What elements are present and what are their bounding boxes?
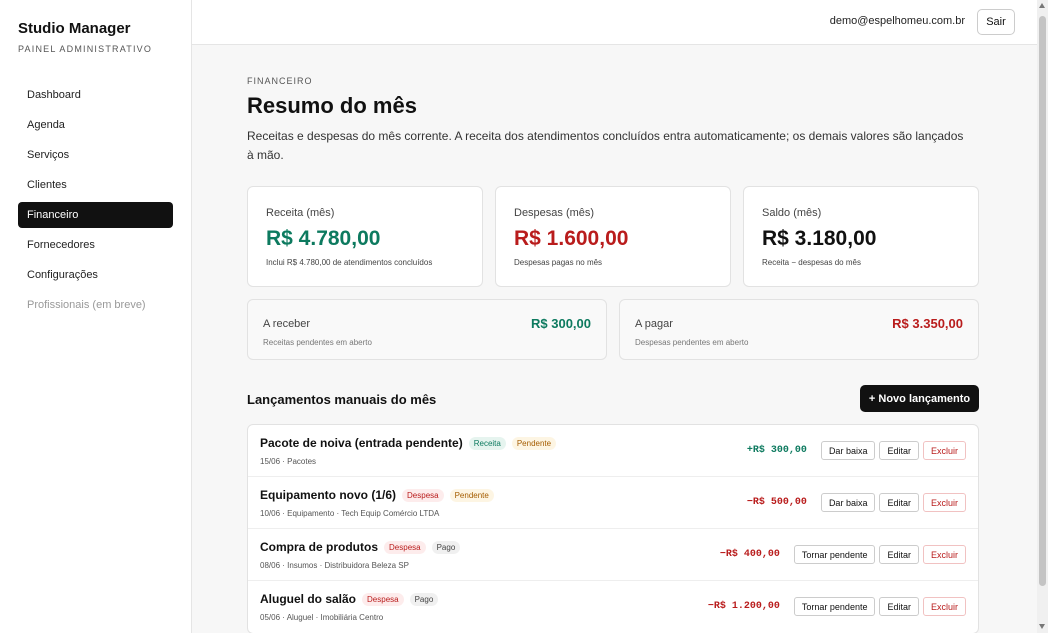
edit-button[interactable]: Editar	[879, 545, 919, 564]
entry-meta: 10/06 · Equipamento · Tech Equip Comérci…	[260, 509, 440, 518]
sidebar-item-profissionais: Profissionais (em breve)	[27, 299, 146, 311]
receivable-note: Receitas pendentes em aberto	[263, 338, 372, 347]
page-title: Resumo do mês	[247, 93, 417, 118]
expenses-note: Despesas pagas no mês	[514, 258, 603, 267]
edit-button[interactable]: Editar	[879, 441, 919, 460]
revenue-value: R$ 4.780,00	[266, 227, 381, 250]
sidebar-item-configuracoes[interactable]: Configurações	[18, 262, 173, 288]
expenses-value: R$ 1.600,00	[514, 227, 629, 250]
entry-title: Compra de produtos	[260, 540, 379, 554]
settle-button[interactable]: Dar baixa	[820, 441, 876, 460]
balance-card: Saldo (mês) R$ 3.180,00 Receita − despes…	[743, 186, 979, 287]
sidebar-item-agenda[interactable]: Agenda	[18, 112, 173, 138]
payable-value: R$ 3.350,00	[892, 316, 963, 331]
sidebar-item-financeiro[interactable]: Financeiro	[18, 202, 173, 228]
delete-button[interactable]: Excluir	[922, 597, 966, 616]
entry-title: Aluguel do salão	[260, 592, 357, 606]
mark-pending-button[interactable]: Tornar pendente	[793, 597, 876, 616]
revenue-label: Receita (mês)	[266, 207, 335, 219]
scroll-up-arrow-icon[interactable]	[1039, 3, 1045, 8]
sidebar-item-servicos[interactable]: Serviços	[18, 142, 173, 168]
brand-title: Studio Manager	[18, 20, 131, 37]
edit-button[interactable]: Editar	[879, 493, 919, 512]
sidebar-nav: Dashboard Agenda Serviços Clientes Finan…	[18, 82, 173, 322]
entry-title: Pacote de noiva (entrada pendente)	[260, 436, 463, 450]
entry-amount: −R$ 400,00	[719, 549, 780, 560]
expenses-card: Despesas (mês) R$ 1.600,00 Despesas paga…	[495, 186, 731, 287]
revenue-card: Receita (mês) R$ 4.780,00 Inclui R$ 4.78…	[247, 186, 483, 287]
new-entry-button[interactable]: + Novo lançamento	[860, 385, 979, 412]
entry-title: Equipamento novo (1/6)	[260, 488, 397, 502]
entries-list: Pacote de noiva (entrada pendente) Recei…	[247, 424, 979, 633]
type-badge: Despesa	[362, 592, 404, 606]
sidebar: Studio Manager PAINEL ADMINISTRATIVO Das…	[0, 0, 192, 633]
sidebar-item-fornecedores[interactable]: Fornecedores	[18, 232, 173, 258]
status-badge: Pendente	[511, 436, 557, 450]
logout-button[interactable]: Sair	[977, 9, 1015, 35]
scroll-down-arrow-icon[interactable]	[1039, 624, 1045, 629]
balance-note: Receita − despesas do mês	[762, 258, 861, 267]
payable-label: A pagar	[635, 318, 673, 330]
scrollbar[interactable]	[1037, 0, 1048, 633]
entry-amount: −R$ 1.200,00	[707, 601, 780, 612]
sidebar-item-clientes[interactable]: Clientes	[18, 172, 173, 198]
balance-label: Saldo (mês)	[762, 207, 822, 219]
receivable-card: A receber R$ 300,00 Receitas pendentes e…	[247, 299, 607, 360]
list-item: Compra de produtos Despesa Pago 08/06 · …	[248, 529, 978, 581]
receivable-value: R$ 300,00	[531, 316, 591, 331]
type-badge: Despesa	[384, 540, 426, 554]
user-email: demo@espelhomeu.com.br	[829, 15, 965, 27]
page-description: Receitas e despesas do mês corrente. A r…	[247, 129, 964, 162]
edit-button[interactable]: Editar	[879, 597, 919, 616]
type-badge: Receita	[468, 436, 506, 450]
delete-button[interactable]: Excluir	[922, 493, 966, 512]
status-badge: Pendente	[449, 488, 494, 502]
payable-note: Despesas pendentes em aberto	[635, 338, 749, 347]
entry-amount: +R$ 300,00	[746, 445, 807, 456]
payable-card: A pagar R$ 3.350,00 Despesas pendentes e…	[619, 299, 979, 360]
list-item: Aluguel do salão Despesa Pago 05/06 · Al…	[248, 581, 978, 633]
delete-button[interactable]: Excluir	[922, 545, 966, 564]
entry-meta: 05/06 · Aluguel · Imobiliária Centro	[260, 613, 384, 622]
expenses-label: Despesas (mês)	[514, 207, 595, 219]
brand-subtitle: PAINEL ADMINISTRATIVO	[18, 44, 153, 54]
balance-value: R$ 3.180,00	[762, 227, 877, 250]
receivable-label: A receber	[263, 318, 311, 330]
topbar: demo@espelhomeu.com.br Sair	[192, 0, 1037, 45]
mark-pending-button[interactable]: Tornar pendente	[793, 545, 876, 564]
revenue-note: Inclui R$ 4.780,00 de atendimentos concl…	[266, 258, 433, 267]
status-badge: Pago	[431, 540, 461, 554]
entry-meta: 08/06 · Insumos · Distribuidora Beleza S…	[260, 561, 409, 570]
entry-meta: 15/06 · Pacotes	[260, 457, 317, 466]
section-eyebrow: FINANCEIRO	[247, 76, 313, 86]
type-badge: Despesa	[402, 488, 444, 502]
status-badge: Pago	[409, 592, 439, 606]
settle-button[interactable]: Dar baixa	[820, 493, 876, 512]
sidebar-item-dashboard[interactable]: Dashboard	[18, 82, 173, 108]
entry-amount: −R$ 500,00	[746, 497, 807, 508]
entries-section-title: Lançamentos manuais do mês	[247, 392, 437, 407]
scrollbar-thumb[interactable]	[1039, 16, 1046, 586]
list-item: Pacote de noiva (entrada pendente) Recei…	[248, 425, 978, 477]
delete-button[interactable]: Excluir	[922, 441, 966, 460]
list-item: Equipamento novo (1/6) Despesa Pendente …	[248, 477, 978, 529]
